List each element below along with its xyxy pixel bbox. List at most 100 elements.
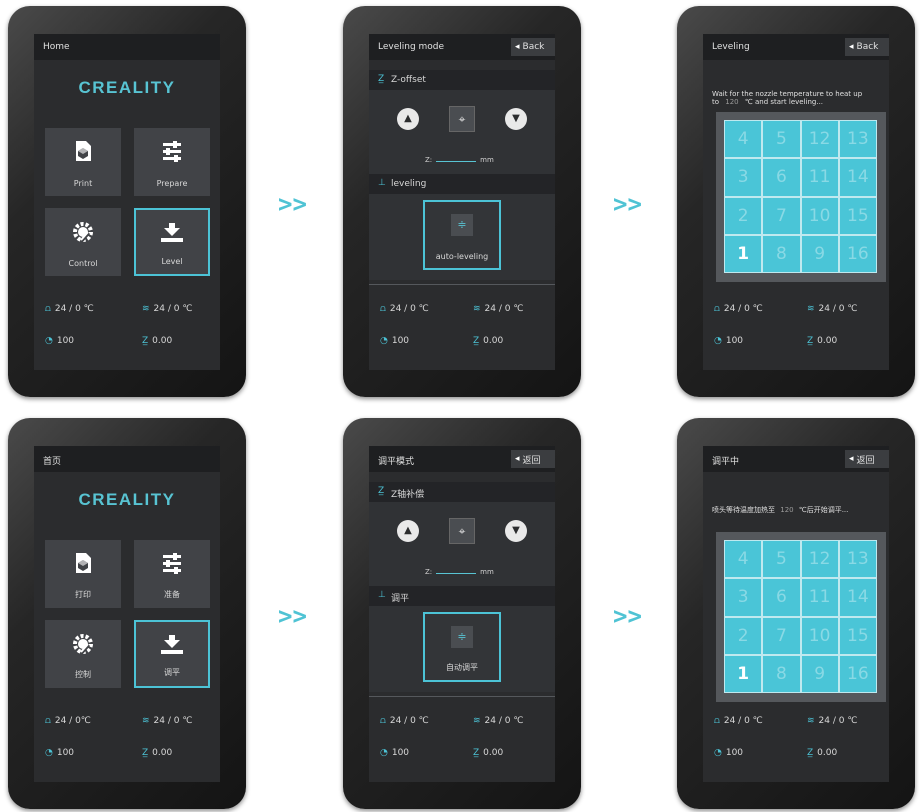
- grid-point-16: 16: [838, 654, 877, 693]
- cube-file-icon: [45, 140, 121, 166]
- tile-label: Level: [161, 257, 183, 266]
- z-axis-icon: Z̲: [807, 336, 814, 346]
- grid-point-7: 7: [762, 616, 801, 655]
- zoffset-header: Z̲ Z轴补偿: [369, 482, 555, 502]
- sliders-icon: [134, 140, 210, 166]
- back-arrow-icon: ◂: [849, 42, 854, 52]
- z-axis-icon: Z̲: [473, 748, 480, 758]
- grid-point-2: 2: [724, 616, 763, 655]
- speed-readout: ◔ 100: [714, 336, 744, 346]
- wrench-gear-icon: [45, 632, 121, 660]
- device-home-en: Home CREALITY Print Prepare Control Leve: [8, 6, 246, 397]
- z-readout: Z̲ 0.00: [807, 336, 838, 346]
- speed-gauge-icon: ◔: [45, 336, 53, 346]
- auto-leveling-button[interactable]: ≑ 自动调平: [423, 612, 501, 682]
- z-axis-icon: Z̲: [378, 486, 385, 496]
- z-offset-field[interactable]: Z: mm: [425, 156, 494, 164]
- tile-label: 打印: [75, 590, 91, 599]
- nozzle-icon: ⩍: [45, 304, 51, 314]
- zoffset-panel: ▲ ⌖ ▼ Z: mm: [369, 90, 555, 174]
- bed-temp: ≋ 24 / 0 ℃: [807, 304, 858, 314]
- speed-gauge-icon: ◔: [714, 748, 722, 758]
- z-axis-icon: Z̲: [142, 336, 149, 346]
- grid-point-6: 6: [762, 158, 801, 197]
- back-button[interactable]: ◂ Back: [511, 38, 555, 56]
- heating-message: Wait for the nozzle temperature to heat …: [712, 90, 863, 106]
- grid-point-16: 16: [838, 234, 877, 273]
- speed-readout: ◔ 100: [45, 336, 75, 346]
- tile-label: Print: [73, 179, 93, 188]
- screen-home-cn: 首页 CREALITY 打印 准备 控制 调平 ⩍ 24 / 0℃ ≋ 24 /…: [34, 446, 220, 782]
- print-button[interactable]: Print: [45, 128, 121, 196]
- nozzle-icon: ⩍: [714, 304, 720, 314]
- grid-point-12: 12: [800, 120, 839, 159]
- speed-gauge-icon: ◔: [45, 748, 53, 758]
- nozzle-icon: ⩍: [380, 716, 386, 726]
- device-leveling-cn: 调平中 ◂ 返回 喷头等待温度加热至 120 ℃后开始调平... 4 5 12 13 3 6…: [677, 418, 915, 809]
- speed-gauge-icon: ◔: [380, 748, 388, 758]
- speed-readout: ◔ 100: [380, 336, 410, 346]
- control-button[interactable]: Control: [45, 208, 121, 276]
- screen-leveling-cn: 调平中 ◂ 返回 喷头等待温度加热至 120 ℃后开始调平... 4 5 12 13 3 6…: [703, 446, 889, 782]
- back-button[interactable]: ◂ Back: [845, 38, 889, 56]
- level-button[interactable]: 调平: [134, 620, 210, 688]
- z-down-button[interactable]: ▼: [505, 108, 527, 130]
- grid-point-13: 13: [838, 540, 877, 579]
- z-readout: Z̲ 0.00: [473, 748, 504, 758]
- grid-point-8: 8: [762, 234, 801, 273]
- device-leveling-en: Leveling ◂ Back Wait for the nozzle tempe…: [677, 6, 915, 397]
- prepare-button[interactable]: Prepare: [134, 128, 210, 196]
- bed-heat-icon: ≋: [142, 716, 150, 726]
- auto-level-icon: ≑: [451, 214, 473, 236]
- z-axis-icon: Z̲: [807, 748, 814, 758]
- bed-heat-icon: ≋: [807, 304, 815, 314]
- sliders-icon: [134, 552, 210, 578]
- speed-gauge-icon: ◔: [380, 336, 388, 346]
- nozzle-icon: ⩍: [45, 716, 51, 726]
- tile-label: 控制: [75, 670, 91, 679]
- z-readout: Z̲ 0.00: [142, 336, 173, 346]
- top-bar: 调平中 ◂ 返回: [703, 446, 889, 472]
- z-axis-icon: Z̲: [378, 74, 385, 84]
- nozzle-temp: ⩍ 24 / 0 ℃: [380, 716, 429, 726]
- grid-point-12: 12: [800, 540, 839, 579]
- level-button[interactable]: Level: [134, 208, 210, 276]
- bed-heat-icon: ≋: [473, 716, 481, 726]
- control-button[interactable]: 控制: [45, 620, 121, 688]
- nozzle-temp: ⩍ 24 / 0 ℃: [714, 304, 763, 314]
- top-bar: 调平模式 ◂ 返回: [369, 446, 555, 472]
- page-title: 调平模式: [378, 457, 415, 467]
- print-button[interactable]: 打印: [45, 540, 121, 608]
- grid-point-3: 3: [724, 578, 763, 617]
- z-axis-icon: Z̲: [473, 336, 480, 346]
- bed-temp: ≋ 24 / 0 ℃: [142, 304, 193, 314]
- z-up-button[interactable]: ▲: [397, 108, 419, 130]
- back-arrow-icon: ◂: [515, 42, 520, 52]
- prepare-button[interactable]: 准备: [134, 540, 210, 608]
- z-up-button[interactable]: ▲: [397, 520, 419, 542]
- grid-point-11: 11: [800, 158, 839, 197]
- screen-leveling-en: Leveling ◂ Back Wait for the nozzle tempe…: [703, 34, 889, 370]
- z-home-button[interactable]: ⌖: [449, 518, 475, 544]
- z-readout: Z̲ 0.00: [142, 748, 173, 758]
- leveling-header: ⊥ 调平: [369, 586, 555, 606]
- tile-label: 准备: [164, 590, 180, 599]
- z-home-button[interactable]: ⌖: [449, 106, 475, 132]
- auto-leveling-button[interactable]: ≑ auto-leveling: [423, 200, 501, 270]
- back-button[interactable]: ◂ 返回: [845, 450, 889, 468]
- page-title: Leveling: [712, 42, 750, 52]
- page-title: Leveling mode: [378, 42, 445, 52]
- page-title: 调平中: [712, 457, 740, 467]
- z-axis-icon: Z̲: [142, 748, 149, 758]
- grid-point-9: 9: [800, 234, 839, 273]
- auto-level-icon: ≑: [451, 626, 473, 648]
- top-bar: Leveling ◂ Back: [703, 34, 889, 60]
- flow-arrow: >>: [613, 190, 642, 218]
- nozzle-temp: ⩍ 24 / 0 ℃: [714, 716, 763, 726]
- back-button[interactable]: ◂ 返回: [511, 450, 555, 468]
- brand-logo: CREALITY: [78, 78, 176, 97]
- divider: [369, 696, 555, 697]
- z-offset-field[interactable]: Z: mm: [425, 568, 494, 576]
- z-down-button[interactable]: ▼: [505, 520, 527, 542]
- bed-heat-icon: ≋: [142, 304, 150, 314]
